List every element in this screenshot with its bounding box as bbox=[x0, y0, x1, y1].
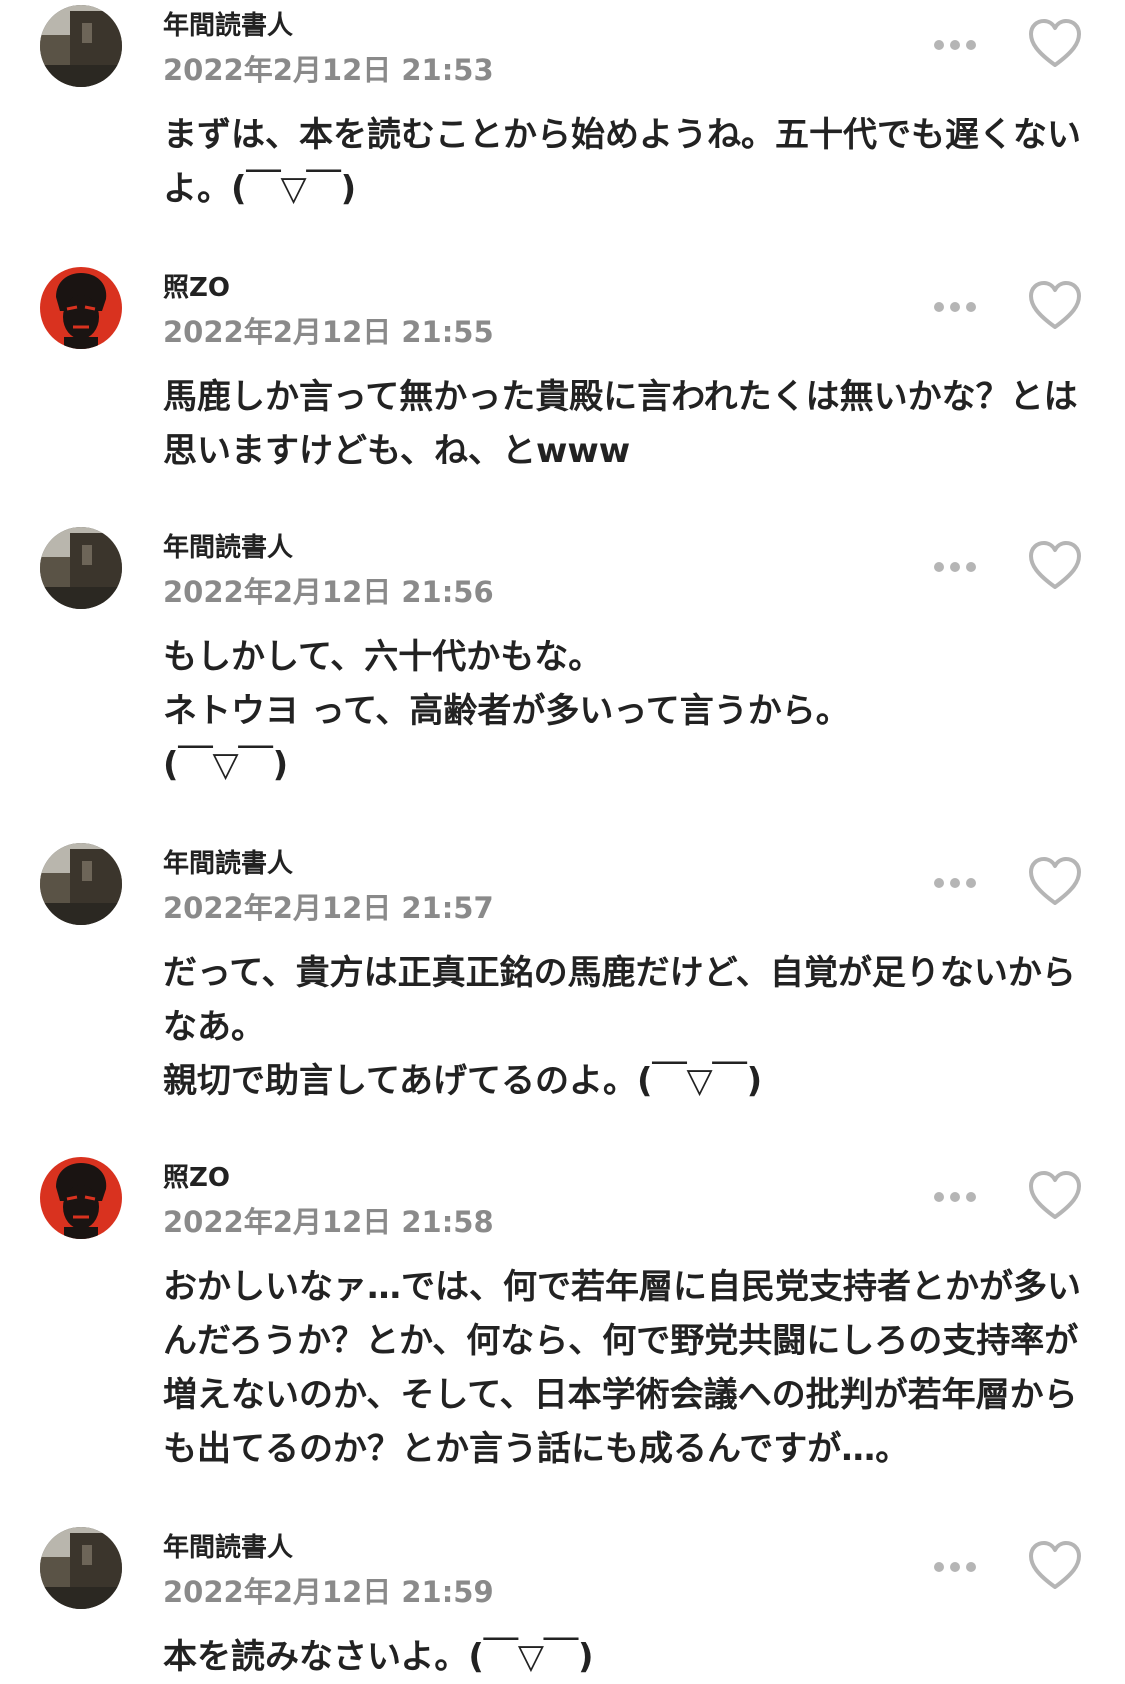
avatar[interactable] bbox=[40, 527, 122, 609]
heart-outline-icon bbox=[1029, 1541, 1081, 1589]
more-options-button[interactable] bbox=[930, 1182, 980, 1212]
like-button[interactable] bbox=[1027, 539, 1083, 595]
heart-outline-icon bbox=[1029, 857, 1081, 905]
more-horizontal-icon bbox=[934, 1192, 976, 1202]
more-horizontal-icon bbox=[934, 562, 976, 572]
more-horizontal-icon bbox=[934, 1562, 976, 1572]
timestamp: 2022年2月12日 21:53 bbox=[163, 53, 494, 87]
username[interactable]: 年間読書人 bbox=[163, 846, 293, 882]
comment-text: もしかして、六十代かもな。 ネトウヨ って、高齢者が多いって言うから。 (￣▽￣… bbox=[163, 637, 850, 785]
like-button[interactable] bbox=[1027, 17, 1083, 73]
comment-text: 馬鹿しか言って無かった貴殿に言われたくは無いかな？とは 思いますけども、ね、とw… bbox=[163, 377, 1078, 471]
more-horizontal-icon bbox=[934, 302, 976, 312]
timestamp: 2022年2月12日 21:55 bbox=[163, 315, 494, 349]
more-horizontal-icon bbox=[934, 40, 976, 50]
avatar[interactable] bbox=[40, 843, 122, 925]
like-button[interactable] bbox=[1027, 279, 1083, 335]
comment-text: 本を読みなさいよ。(￣▽￣) bbox=[163, 1637, 594, 1677]
avatar[interactable] bbox=[40, 1527, 122, 1609]
comment-feed: 年間読書人 2022年2月12日 21:53 まずは、本を読むことから始めようね… bbox=[0, 0, 1125, 1684]
avatar[interactable] bbox=[40, 5, 122, 87]
more-options-button[interactable] bbox=[930, 30, 980, 60]
username[interactable]: 照ZO bbox=[163, 270, 230, 306]
like-button[interactable] bbox=[1027, 855, 1083, 911]
heart-outline-icon bbox=[1029, 19, 1081, 67]
username[interactable]: 年間読書人 bbox=[163, 1530, 293, 1566]
more-horizontal-icon bbox=[934, 878, 976, 888]
heart-outline-icon bbox=[1029, 541, 1081, 589]
timestamp: 2022年2月12日 21:58 bbox=[163, 1205, 494, 1239]
comment-text: おかしいなァ…では、何で若年層に自民党支持者とかが多い んだろうか？とか、何なら… bbox=[163, 1267, 1081, 1469]
comment-text: だって、貴方は正真正銘の馬鹿だけど、自覚が足りないから なあ。 親切で助言してあ… bbox=[163, 953, 1076, 1101]
username[interactable]: 照ZO bbox=[163, 1160, 230, 1196]
username[interactable]: 年間読書人 bbox=[163, 530, 293, 566]
comment-text: まずは、本を読むことから始めようね。五十代でも遅くない よ。(￣▽￣) bbox=[163, 115, 1081, 209]
avatar[interactable] bbox=[40, 1157, 122, 1239]
more-options-button[interactable] bbox=[930, 1552, 980, 1582]
heart-outline-icon bbox=[1029, 281, 1081, 329]
timestamp: 2022年2月12日 21:59 bbox=[163, 1575, 494, 1609]
like-button[interactable] bbox=[1027, 1539, 1083, 1595]
more-options-button[interactable] bbox=[930, 552, 980, 582]
timestamp: 2022年2月12日 21:56 bbox=[163, 575, 494, 609]
timestamp: 2022年2月12日 21:57 bbox=[163, 891, 494, 925]
avatar[interactable] bbox=[40, 267, 122, 349]
like-button[interactable] bbox=[1027, 1169, 1083, 1225]
more-options-button[interactable] bbox=[930, 292, 980, 322]
more-options-button[interactable] bbox=[930, 868, 980, 898]
username[interactable]: 年間読書人 bbox=[163, 8, 293, 44]
heart-outline-icon bbox=[1029, 1171, 1081, 1219]
